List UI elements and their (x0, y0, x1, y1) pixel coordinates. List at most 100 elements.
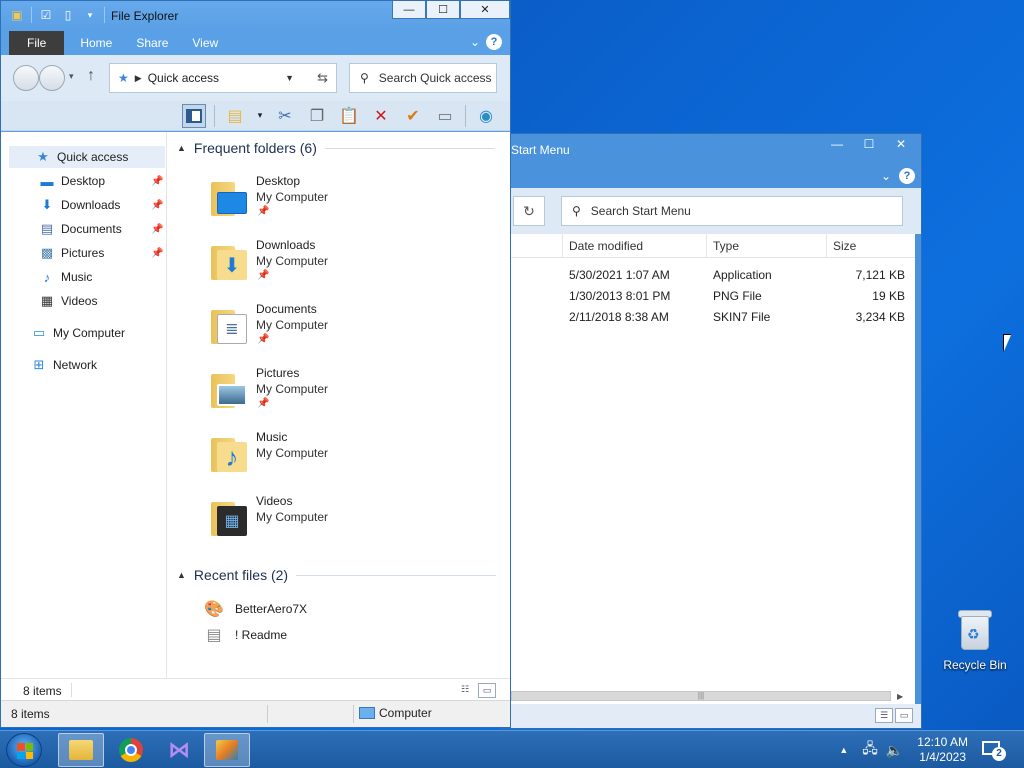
up-arrow-icon[interactable]: ↑ (87, 67, 95, 85)
new-folder-icon[interactable]: ▯ (60, 7, 76, 23)
breadcrumb-arrow-icon[interactable]: ▶ (135, 73, 142, 84)
table-row[interactable]: 1/30/2013 8:01 PM PNG File 19 KB (501, 285, 915, 306)
help-icon[interactable]: ? (486, 34, 502, 50)
column-size[interactable]: Size (827, 234, 911, 257)
folder-item-desktop[interactable]: Desktop My Computer 📌 (209, 172, 409, 232)
expand-ribbon-chevron-icon[interactable]: ⌄ (881, 169, 891, 183)
new-item-dropdown-icon[interactable]: ▾ (255, 104, 265, 128)
sidebar-item-videos[interactable]: ▦ Videos (39, 290, 98, 312)
address-dropdown-icon[interactable]: ▼ (285, 73, 294, 83)
expand-ribbon-chevron-icon[interactable]: ⌄ (470, 35, 480, 49)
star-icon: ★ (37, 149, 49, 164)
tab-file[interactable]: File (9, 31, 65, 55)
sidebar-item-downloads[interactable]: ⬇ Downloads 📌 (39, 194, 164, 216)
recent-file-item[interactable]: ▤ ! Readme (203, 624, 287, 646)
folder-icon: ⬇ (209, 242, 249, 282)
column-date-modified[interactable]: Date modified (563, 234, 707, 257)
folder-app-icon[interactable]: ▣ (9, 7, 25, 23)
tab-share[interactable]: Share (124, 31, 180, 55)
collapse-triangle-icon[interactable]: ▲ (177, 143, 186, 153)
column-type[interactable]: Type (707, 234, 827, 257)
sidebar-item-desktop[interactable]: ▬ Desktop 📌 (39, 170, 164, 192)
sidebar-item-network[interactable]: ⊞ Network (31, 354, 97, 376)
taskbar-visual-studio[interactable]: ⋈ (156, 733, 202, 767)
sidebar-item-quick-access[interactable]: ★ Quick access (9, 146, 165, 168)
paste-icon[interactable]: 📋 (337, 104, 361, 128)
refresh-icon[interactable]: ⇆ (317, 70, 328, 86)
horizontal-scrollbar[interactable]: ||| ▶ (501, 688, 915, 704)
customize-qat-icon[interactable]: ▾ (82, 7, 98, 23)
tab-view[interactable]: View (180, 31, 230, 55)
delete-icon[interactable]: ✕ (369, 104, 393, 128)
text-file-icon: ▤ (206, 627, 222, 644)
rename-check-icon[interactable]: ✔ (401, 104, 425, 128)
refresh-button[interactable]: ↻ (513, 196, 545, 226)
folder-item-music[interactable]: ♪ Music My Computer (209, 428, 409, 488)
sidebar-item-documents[interactable]: ▤ Documents 📌 (39, 218, 164, 240)
minimize-button[interactable]: — (392, 1, 426, 19)
globe-icon[interactable]: ◉ (474, 104, 498, 128)
search-input[interactable]: ⚲ Search Quick access (349, 63, 497, 93)
recent-file-item[interactable]: 🎨 BetterAero7X (203, 598, 307, 620)
tab-home[interactable]: Home (68, 31, 124, 55)
recycle-bin-desktop-icon[interactable]: ♻ Recycle Bin (940, 608, 1010, 672)
details-view-icon[interactable]: ☰ (875, 708, 893, 723)
recent-files-header[interactable]: ▲ Recent files (2) (177, 567, 497, 583)
folder-name: Pictures (256, 366, 300, 380)
folder-item-videos[interactable]: ▦ Videos My Computer (209, 492, 409, 552)
sidebar-item-pictures[interactable]: ▩ Pictures 📌 (39, 242, 164, 264)
pin-icon[interactable]: 📌 (151, 224, 163, 235)
folder-item-documents[interactable]: ≣ Documents My Computer 📌 (209, 300, 409, 360)
details-view-icon[interactable]: ☷ (456, 683, 474, 698)
scrollbar-thumb[interactable]: ||| (511, 691, 891, 701)
taskbar-paint-app[interactable] (204, 733, 250, 767)
help-icon[interactable]: ? (899, 168, 915, 184)
sidebar-item-music[interactable]: ♪ Music (39, 266, 93, 288)
breadcrumb[interactable]: Quick access (148, 71, 219, 85)
clock[interactable]: 12:10 AM 1/4/2023 (917, 735, 968, 765)
close-button[interactable]: ✕ (885, 134, 917, 154)
sidebar-item-my-computer[interactable]: ▭ My Computer (31, 322, 125, 344)
back-button[interactable] (13, 65, 39, 91)
table-row[interactable]: 2/11/2018 8:38 AM SKIN7 File 3,234 KB (501, 306, 915, 327)
forward-button[interactable] (39, 65, 65, 91)
minimize-button[interactable]: — (821, 134, 853, 154)
large-icons-view-icon[interactable]: ▭ (895, 708, 913, 723)
title-bar[interactable]: ▣ ☑ ▯ ▾ File Explorer — ☐ ✕ (1, 1, 510, 31)
frequent-folders-header[interactable]: ▲ Frequent folders (6) (177, 140, 495, 156)
pin-icon[interactable]: 📌 (151, 200, 163, 211)
table-row[interactable]: 5/30/2021 1:07 AM Application 7,121 KB (501, 264, 915, 285)
large-icons-view-icon[interactable]: ▭ (478, 683, 496, 698)
folder-item-downloads[interactable]: ⬇ Downloads My Computer 📌 (209, 236, 409, 296)
address-input[interactable]: ★ ▶ Quick access ▼ ⇆ (109, 63, 337, 93)
cut-icon[interactable]: ✂ (273, 104, 297, 128)
copy-icon[interactable]: ❐ (305, 104, 329, 128)
new-item-icon[interactable]: ▤ (223, 104, 247, 128)
collapse-triangle-icon[interactable]: ▲ (177, 570, 186, 580)
folder-location: My Computer (256, 382, 329, 396)
pin-icon[interactable]: 📌 (151, 248, 163, 259)
file-explorer-window[interactable]: ▣ ☑ ▯ ▾ File Explorer — ☐ ✕ File Home Sh… (0, 0, 511, 728)
navigation-pane-toggle-icon[interactable] (182, 103, 206, 128)
search-input[interactable]: ⚲ Search Start Menu (561, 196, 903, 226)
network-icon[interactable]: 🖧 (862, 738, 878, 762)
show-hidden-icons-icon[interactable]: ▲ (839, 745, 848, 755)
system-tray: ▲ 🖧 🔈 12:10 AM 1/4/2023 2 (839, 731, 1024, 768)
maximize-button[interactable]: ☐ (426, 1, 460, 19)
notification-center-icon[interactable]: 2 (982, 739, 1006, 761)
start-menu-window[interactable]: Start Menu — ☐ ✕ ⌄ ? ↻ ⚲ Search Start Me… (500, 133, 922, 729)
volume-icon[interactable]: 🔈 (886, 742, 903, 759)
title-bar[interactable]: Start Menu — ☐ ✕ (501, 134, 921, 166)
scroll-right-arrow-icon[interactable]: ▶ (897, 692, 903, 701)
maximize-button[interactable]: ☐ (853, 134, 885, 154)
taskbar-chrome[interactable] (108, 733, 154, 767)
folder-item-pictures[interactable]: Pictures My Computer 📌 (209, 364, 409, 424)
properties-icon[interactable]: ☑ (38, 7, 54, 23)
taskbar-file-explorer[interactable] (58, 733, 104, 767)
start-button[interactable] (6, 733, 42, 767)
pin-icon[interactable]: 📌 (151, 176, 163, 187)
close-button[interactable]: ✕ (460, 1, 510, 19)
properties-icon[interactable]: ▭ (433, 104, 457, 128)
recent-locations-icon[interactable]: ▾ (69, 71, 74, 82)
folder-location: My Computer (256, 510, 329, 524)
